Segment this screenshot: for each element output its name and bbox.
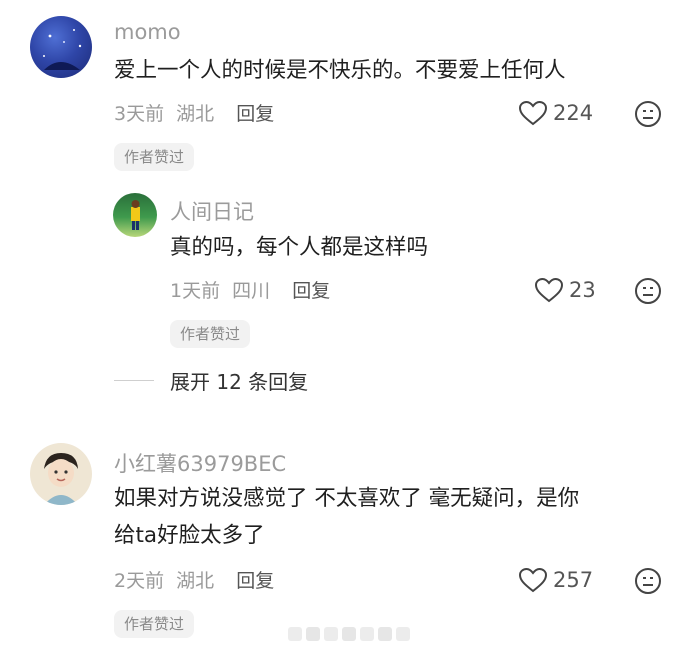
heart-outline-icon bbox=[534, 277, 564, 303]
like-count: 224 bbox=[553, 101, 594, 125]
avatar[interactable] bbox=[30, 443, 92, 505]
like-count: 23 bbox=[569, 278, 596, 302]
author-liked-badge: 作者赞过 bbox=[114, 143, 195, 171]
like-button[interactable]: 23 bbox=[534, 277, 596, 303]
reply-text: 真的吗，每个人都是这样吗 bbox=[170, 235, 429, 260]
comment-location: 湖北 bbox=[176, 570, 215, 592]
dislike-button[interactable] bbox=[634, 277, 662, 305]
author-liked-badge: 作者赞过 bbox=[114, 610, 195, 638]
like-count: 257 bbox=[553, 568, 594, 592]
comment-meta: 3天前 湖北 回复 bbox=[114, 99, 274, 126]
heart-outline-icon bbox=[518, 567, 548, 593]
meh-face-icon bbox=[634, 277, 662, 305]
meh-face-icon bbox=[634, 100, 662, 128]
divider bbox=[114, 380, 154, 381]
comment-time: 2天前 bbox=[114, 570, 165, 592]
comment-author[interactable]: momo bbox=[114, 20, 181, 44]
comment-text-line: 如果对方说没感觉了 不太喜欢了 毫无疑问，是你 bbox=[114, 486, 580, 511]
comment-text: 爱上一个人的时候是不快乐的。不要爱上任何人 bbox=[114, 58, 566, 83]
reply-button[interactable]: 回复 bbox=[236, 570, 274, 592]
reply-button[interactable]: 回复 bbox=[236, 103, 274, 125]
dislike-button[interactable] bbox=[634, 567, 662, 595]
reply-author[interactable]: 人间日记 bbox=[170, 196, 254, 226]
watermark bbox=[288, 627, 410, 641]
like-button[interactable]: 224 bbox=[518, 100, 593, 126]
comment-author[interactable]: 小红薯63979BEC bbox=[114, 448, 286, 478]
reply-meta: 1天前 四川 回复 bbox=[170, 276, 330, 303]
reply-location: 四川 bbox=[232, 280, 271, 302]
meh-face-icon bbox=[634, 567, 662, 595]
expand-replies-button[interactable]: 展开 12 条回复 bbox=[170, 366, 308, 395]
comment-location: 湖北 bbox=[176, 103, 215, 125]
author-liked-badge: 作者赞过 bbox=[170, 320, 251, 348]
comment-meta: 2天前 湖北 回复 bbox=[114, 566, 274, 593]
heart-outline-icon bbox=[518, 100, 548, 126]
reply-time: 1天前 bbox=[170, 280, 221, 302]
avatar[interactable] bbox=[30, 16, 92, 78]
comment-time: 3天前 bbox=[114, 103, 165, 125]
dislike-button[interactable] bbox=[634, 100, 662, 128]
reply-button[interactable]: 回复 bbox=[292, 280, 330, 302]
like-button[interactable]: 257 bbox=[518, 567, 593, 593]
avatar[interactable] bbox=[113, 193, 157, 237]
comment-text-line: 给ta好脸太多了 bbox=[114, 523, 265, 548]
